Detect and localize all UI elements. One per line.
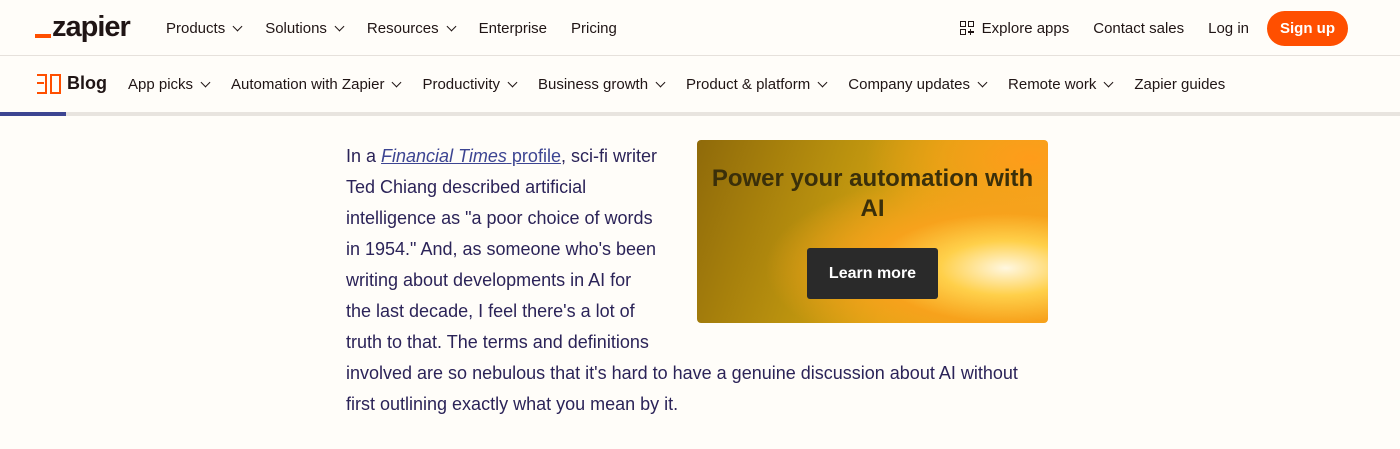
main-nav: Products Solutions Resources Enterprise … bbox=[166, 0, 641, 56]
nav-resources[interactable]: Resources bbox=[366, 19, 457, 37]
link-text: profile bbox=[506, 146, 561, 166]
blog-nav-label: Productivity bbox=[422, 75, 500, 93]
chevron-down-icon bbox=[200, 77, 211, 87]
blog-label: Blog bbox=[67, 73, 107, 93]
nav-label: Pricing bbox=[571, 19, 617, 37]
blog-nav-label: Zapier guides bbox=[1134, 75, 1226, 93]
logo-dash-icon bbox=[35, 34, 51, 38]
nav-solutions[interactable]: Solutions bbox=[265, 19, 345, 37]
blog-nav-label: Company updates bbox=[848, 75, 971, 93]
nav-label: Resources bbox=[366, 19, 439, 37]
nav-products[interactable]: Products bbox=[166, 19, 243, 37]
blog-nav-label: Automation with Zapier bbox=[231, 75, 385, 93]
nav-enterprise[interactable]: Enterprise bbox=[479, 20, 547, 37]
reading-progress-fill bbox=[0, 112, 66, 116]
blog-nav-label: Remote work bbox=[1008, 75, 1097, 93]
explore-apps-link[interactable]: Explore apps bbox=[959, 19, 1070, 37]
app-grid-icon bbox=[959, 21, 974, 35]
blog-nav-app-picks[interactable]: App picks bbox=[128, 75, 211, 93]
chevron-down-icon bbox=[977, 77, 988, 87]
blog-nav-label: Product & platform bbox=[686, 75, 811, 93]
financial-times-link[interactable]: Financial Times profile bbox=[381, 146, 561, 166]
chevron-down-icon bbox=[817, 77, 828, 87]
nav-label: Products bbox=[166, 19, 226, 37]
learn-more-button[interactable]: Learn more bbox=[807, 248, 938, 299]
promo-banner[interactable]: Power your automation with AI Learn more bbox=[697, 140, 1048, 323]
blog-nav-company-updates[interactable]: Company updates bbox=[848, 75, 988, 93]
paragraph-lead: In a bbox=[346, 146, 382, 166]
logo-wordmark: zapier bbox=[52, 11, 131, 43]
blog-icon bbox=[37, 73, 61, 94]
nav-label: Solutions bbox=[265, 19, 327, 37]
blog-nav-zapier-guides[interactable]: Zapier guides bbox=[1134, 76, 1225, 93]
chevron-down-icon bbox=[334, 21, 345, 31]
chevron-down-icon bbox=[232, 21, 243, 31]
blog-nav-product-platform[interactable]: Product & platform bbox=[686, 75, 828, 93]
nav-pricing[interactable]: Pricing bbox=[571, 20, 617, 37]
signup-button[interactable]: Sign up bbox=[1267, 10, 1348, 46]
reading-progress-bar bbox=[0, 112, 1400, 116]
blog-nav-label: Business growth bbox=[537, 75, 649, 93]
chevron-down-icon bbox=[446, 21, 457, 31]
blog-nav-automation[interactable]: Automation with Zapier bbox=[231, 75, 402, 93]
login-link[interactable]: Log in bbox=[1208, 20, 1249, 37]
blog-home-link[interactable]: Blog bbox=[37, 73, 107, 94]
chevron-down-icon bbox=[392, 77, 402, 87]
promo-title: Power your automation with AI bbox=[711, 165, 1034, 222]
contact-sales-link[interactable]: Contact sales bbox=[1093, 20, 1184, 37]
zapier-logo[interactable]: zapier bbox=[35, 11, 131, 43]
chevron-down-icon bbox=[1103, 77, 1114, 87]
top-navigation: zapier Products Solutions Resources Ente… bbox=[0, 0, 1400, 56]
article-body: Power your automation with AI Learn more… bbox=[346, 140, 1048, 420]
account-nav: Explore apps Contact sales Log in Sign u… bbox=[936, 0, 1348, 56]
chevron-down-icon bbox=[507, 77, 518, 87]
explore-apps-label: Explore apps bbox=[981, 19, 1070, 37]
link-italic-text: Financial Times bbox=[381, 146, 507, 166]
blog-nav-label: App picks bbox=[128, 75, 194, 93]
blog-nav-remote-work[interactable]: Remote work bbox=[1008, 75, 1114, 93]
blog-categories: App picks Automation with Zapier Product… bbox=[128, 56, 1247, 112]
blog-navigation: Blog App picks Automation with Zapier Pr… bbox=[0, 56, 1400, 112]
chevron-down-icon bbox=[655, 77, 666, 87]
nav-label: Enterprise bbox=[478, 19, 547, 37]
blog-nav-business-growth[interactable]: Business growth bbox=[537, 75, 666, 93]
blog-nav-productivity[interactable]: Productivity bbox=[422, 75, 518, 93]
